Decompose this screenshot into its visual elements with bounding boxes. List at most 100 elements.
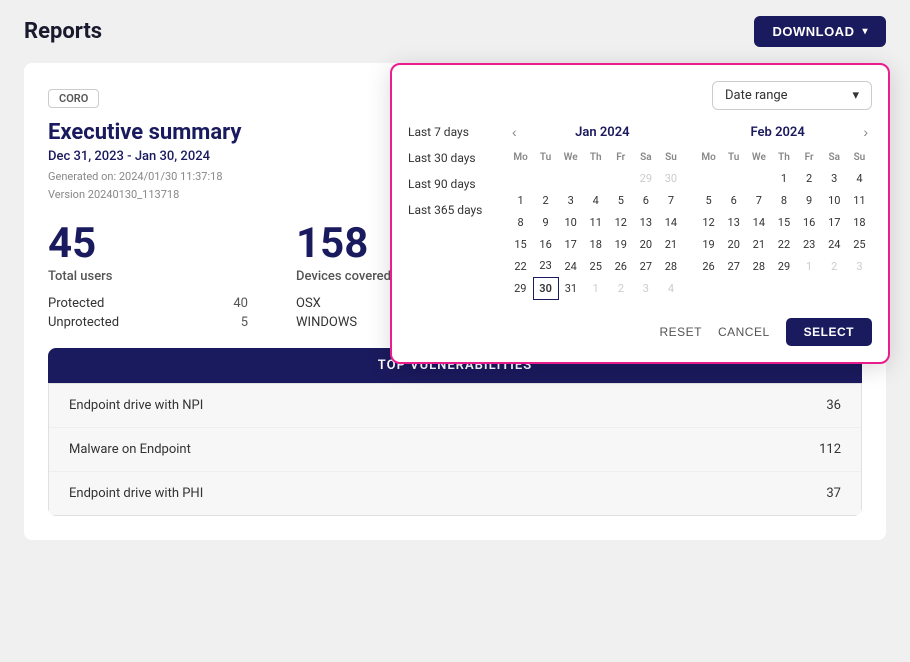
calendar-day[interactable]: 23 — [533, 255, 558, 277]
calendar-day: 3 — [633, 277, 658, 299]
calendar-day[interactable]: 17 — [558, 233, 583, 255]
vuln-count-3: 37 — [826, 486, 841, 501]
calendar-day[interactable]: 14 — [658, 211, 683, 233]
select-button[interactable]: SELECT — [786, 318, 872, 346]
calendar-day[interactable]: 2 — [797, 167, 822, 189]
calendar-jan: ‹ Jan 2024 Mo Tu We Th — [508, 122, 684, 300]
calendar-day[interactable]: 8 — [771, 189, 796, 211]
calendar-day[interactable]: 28 — [746, 255, 771, 277]
vuln-name-1: Endpoint drive with NPI — [69, 398, 203, 413]
calendar-day[interactable]: 13 — [721, 211, 746, 233]
col-mo: Mo — [508, 150, 533, 167]
calendar-day[interactable]: 4 — [583, 189, 608, 211]
calendar-day[interactable]: 12 — [608, 211, 633, 233]
col-tu: Tu — [721, 150, 746, 167]
calendar-day[interactable]: 9 — [533, 211, 558, 233]
calendar-day[interactable]: 6 — [633, 189, 658, 211]
vulnerabilities-table: Endpoint drive with NPI 36 Malware on En… — [48, 383, 862, 516]
quick-option-7days[interactable]: Last 7 days — [408, 122, 496, 142]
chevron-down-icon: ▾ — [862, 26, 868, 37]
vuln-name-2: Malware on Endpoint — [69, 442, 191, 457]
calendar-day[interactable]: 1 — [508, 189, 533, 211]
date-range-label: Date range — [725, 88, 788, 103]
calendar-day[interactable]: 12 — [696, 211, 721, 233]
col-we: We — [746, 150, 771, 167]
calendar-day: 4 — [658, 277, 683, 299]
col-sa: Sa — [822, 150, 847, 167]
vuln-row-2: Malware on Endpoint 112 — [49, 428, 861, 472]
calendar-day[interactable]: 3 — [822, 167, 847, 189]
page-title: Reports — [24, 19, 102, 44]
calendar-day[interactable]: 16 — [797, 211, 822, 233]
calendar-day[interactable]: 27 — [633, 255, 658, 277]
cal-jan-header: ‹ Jan 2024 — [508, 122, 684, 142]
calendar-day[interactable]: 28 — [658, 255, 683, 277]
quick-option-365days[interactable]: Last 365 days — [408, 200, 496, 220]
calendar-day[interactable]: 7 — [746, 189, 771, 211]
calendar-day[interactable]: 15 — [771, 211, 796, 233]
calendar-day: 2 — [822, 255, 847, 277]
calendar-day[interactable]: 26 — [608, 255, 633, 277]
calendar-day[interactable]: 20 — [633, 233, 658, 255]
calendar-day[interactable]: 21 — [658, 233, 683, 255]
calendar-day[interactable]: 15 — [508, 233, 533, 255]
calendar-day[interactable]: 30 — [533, 277, 558, 299]
calendar-day[interactable]: 6 — [721, 189, 746, 211]
date-range-dropdown[interactable]: Date range ▾ — [712, 81, 872, 110]
col-fr: Fr — [608, 150, 633, 167]
calendar-day[interactable]: 31 — [558, 277, 583, 299]
vuln-count-1: 36 — [826, 398, 841, 413]
calendar-day[interactable]: 11 — [583, 211, 608, 233]
calendar-day[interactable]: 10 — [558, 211, 583, 233]
cal-prev-button[interactable]: ‹ — [508, 122, 521, 142]
col-su: Su — [658, 150, 683, 167]
protected-value: 40 — [233, 296, 248, 311]
calendar-day[interactable]: 10 — [822, 189, 847, 211]
calendar-day[interactable]: 18 — [583, 233, 608, 255]
calendar-day[interactable]: 29 — [508, 277, 533, 299]
unprotected-value: 5 — [241, 315, 248, 330]
quick-option-30days[interactable]: Last 30 days — [408, 148, 496, 168]
calendar-day[interactable]: 22 — [771, 233, 796, 255]
calendar-day[interactable]: 2 — [533, 189, 558, 211]
cal-next-button[interactable]: › — [859, 122, 872, 142]
calendar-day[interactable]: 24 — [558, 255, 583, 277]
calendar-day[interactable]: 9 — [797, 189, 822, 211]
col-sa: Sa — [633, 150, 658, 167]
calendar-day[interactable]: 18 — [847, 211, 872, 233]
calendar-day[interactable]: 8 — [508, 211, 533, 233]
calendar-day[interactable]: 13 — [633, 211, 658, 233]
cancel-button[interactable]: CANCEL — [718, 325, 770, 339]
calendar-day[interactable]: 19 — [608, 233, 633, 255]
calendar-day[interactable]: 24 — [822, 233, 847, 255]
calendar-day[interactable]: 7 — [658, 189, 683, 211]
quick-option-90days[interactable]: Last 90 days — [408, 174, 496, 194]
calendar-day[interactable]: 1 — [771, 167, 796, 189]
calendar-day[interactable]: 23 — [797, 233, 822, 255]
calendar-day[interactable]: 26 — [696, 255, 721, 277]
calendar-day[interactable]: 29 — [771, 255, 796, 277]
calendar-day[interactable]: 19 — [696, 233, 721, 255]
calendar-day[interactable]: 20 — [721, 233, 746, 255]
calendar-day[interactable]: 21 — [746, 233, 771, 255]
calendar-day[interactable]: 5 — [696, 189, 721, 211]
calendar-day[interactable]: 14 — [746, 211, 771, 233]
download-button[interactable]: DOWNLOAD ▾ — [754, 16, 886, 47]
calendar-day[interactable]: 5 — [608, 189, 633, 211]
calendar-day[interactable]: 22 — [508, 255, 533, 277]
calendar-day[interactable]: 11 — [847, 189, 872, 211]
date-range-selector: Date range ▾ — [408, 81, 872, 110]
reset-button[interactable]: RESET — [659, 325, 702, 339]
cal-feb-header: Feb 2024 › — [696, 122, 872, 142]
calendar-day[interactable]: 25 — [847, 233, 872, 255]
calendar-day: 29 — [633, 167, 658, 189]
calendar-day[interactable]: 4 — [847, 167, 872, 189]
col-th: Th — [583, 150, 608, 167]
calendar-day[interactable]: 16 — [533, 233, 558, 255]
calendar-day[interactable]: 27 — [721, 255, 746, 277]
cal-feb-grid: Mo Tu We Th Fr Sa Su 1234567891 — [696, 150, 872, 277]
unprotected-label: Unprotected — [48, 315, 119, 330]
calendar-day[interactable]: 3 — [558, 189, 583, 211]
calendar-day[interactable]: 25 — [583, 255, 608, 277]
calendar-day[interactable]: 17 — [822, 211, 847, 233]
